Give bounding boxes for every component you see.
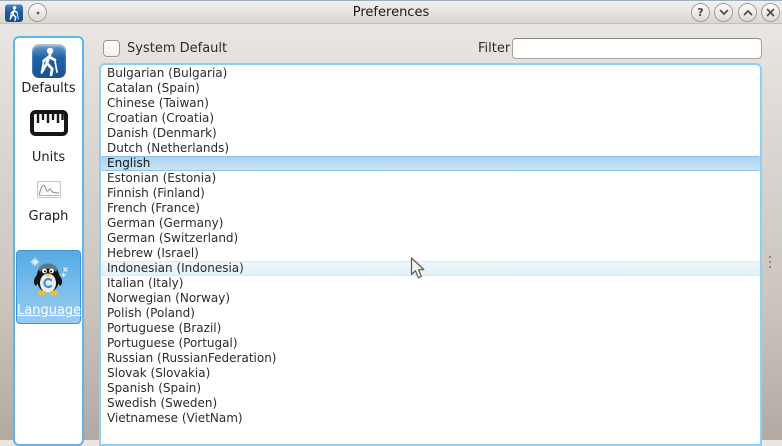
language-list-item[interactable]: Portuguese (Portugal) bbox=[101, 336, 760, 351]
language-list-item[interactable]: Chinese (Taiwan) bbox=[101, 96, 760, 111]
language-list-item[interactable]: German (Switzerland) bbox=[101, 231, 760, 246]
sidebar-item-label: Defaults bbox=[16, 81, 81, 96]
language-list-item[interactable]: Dutch (Netherlands) bbox=[101, 141, 760, 156]
language-list-item[interactable]: Danish (Denmark) bbox=[101, 126, 760, 141]
graph-icon bbox=[16, 181, 81, 203]
shade-button[interactable] bbox=[714, 3, 733, 22]
sidebar-item-graph[interactable]: Graph bbox=[16, 181, 81, 224]
language-list-item[interactable]: Vietnamese (VietNam) bbox=[101, 411, 760, 426]
system-default-label: System Default bbox=[127, 40, 227, 57]
filter-input[interactable] bbox=[512, 38, 762, 59]
language-list[interactable]: Bulgarian (Bulgaria)Catalan (Spain)Chine… bbox=[99, 63, 762, 446]
hiker-icon bbox=[32, 44, 66, 78]
close-icon bbox=[766, 8, 775, 17]
language-list-item[interactable]: Swedish (Sweden) bbox=[101, 396, 760, 411]
language-list-item[interactable]: Croatian (Croatia) bbox=[101, 111, 760, 126]
language-list-item[interactable]: Catalan (Spain) bbox=[101, 81, 760, 96]
help-button[interactable]: ? bbox=[691, 3, 710, 22]
language-list-item[interactable]: French (France) bbox=[101, 201, 760, 216]
close-button[interactable] bbox=[761, 3, 780, 22]
unshade-button[interactable] bbox=[738, 3, 757, 22]
language-list-item[interactable]: Polish (Poland) bbox=[101, 306, 760, 321]
language-list-item[interactable]: Bulgarian (Bulgaria) bbox=[101, 66, 760, 81]
language-list-item[interactable]: Russian (RussianFederation) bbox=[101, 351, 760, 366]
language-list-item[interactable]: Finnish (Finland) bbox=[101, 186, 760, 201]
language-list-item[interactable]: Spanish (Spain) bbox=[101, 381, 760, 396]
language-list-item[interactable]: Hebrew (Israel) bbox=[101, 246, 760, 261]
system-default-checkbox[interactable] bbox=[103, 40, 120, 57]
sidebar-item-language[interactable]: Language bbox=[16, 250, 81, 324]
ruler-icon bbox=[16, 108, 81, 142]
chevron-up-icon bbox=[743, 9, 753, 16]
window-title: Preferences bbox=[0, 1, 782, 25]
sidebar-item-units[interactable]: Units bbox=[16, 108, 81, 165]
sidebar-item-label: Language bbox=[17, 303, 80, 318]
language-list-item[interactable]: Italian (Italy) bbox=[101, 276, 760, 291]
penguin-icon bbox=[17, 255, 80, 301]
resize-grip-icon[interactable] bbox=[769, 256, 772, 271]
titlebar[interactable]: Preferences ? bbox=[0, 0, 782, 24]
language-list-item[interactable]: Norwegian (Norway) bbox=[101, 291, 760, 306]
sidebar-item-label: Graph bbox=[16, 209, 81, 224]
language-list-item[interactable]: Indonesian (Indonesia) bbox=[101, 261, 760, 276]
help-icon: ? bbox=[697, 6, 703, 19]
category-sidebar: Defaults Units bbox=[13, 36, 84, 446]
preferences-dialog: { "window": { "title": "Preferences", "t… bbox=[0, 0, 782, 440]
language-list-item[interactable]: English bbox=[101, 156, 760, 171]
sidebar-item-label: Units bbox=[16, 150, 81, 165]
chevron-down-icon bbox=[719, 9, 729, 16]
language-list-item[interactable]: Slovak (Slovakia) bbox=[101, 366, 760, 381]
language-list-item[interactable]: Portuguese (Brazil) bbox=[101, 321, 760, 336]
filter-label: Filter bbox=[478, 39, 510, 59]
language-list-item[interactable]: German (Germany) bbox=[101, 216, 760, 231]
language-list-item[interactable]: Estonian (Estonia) bbox=[101, 171, 760, 186]
sidebar-item-defaults[interactable]: Defaults bbox=[16, 44, 81, 96]
